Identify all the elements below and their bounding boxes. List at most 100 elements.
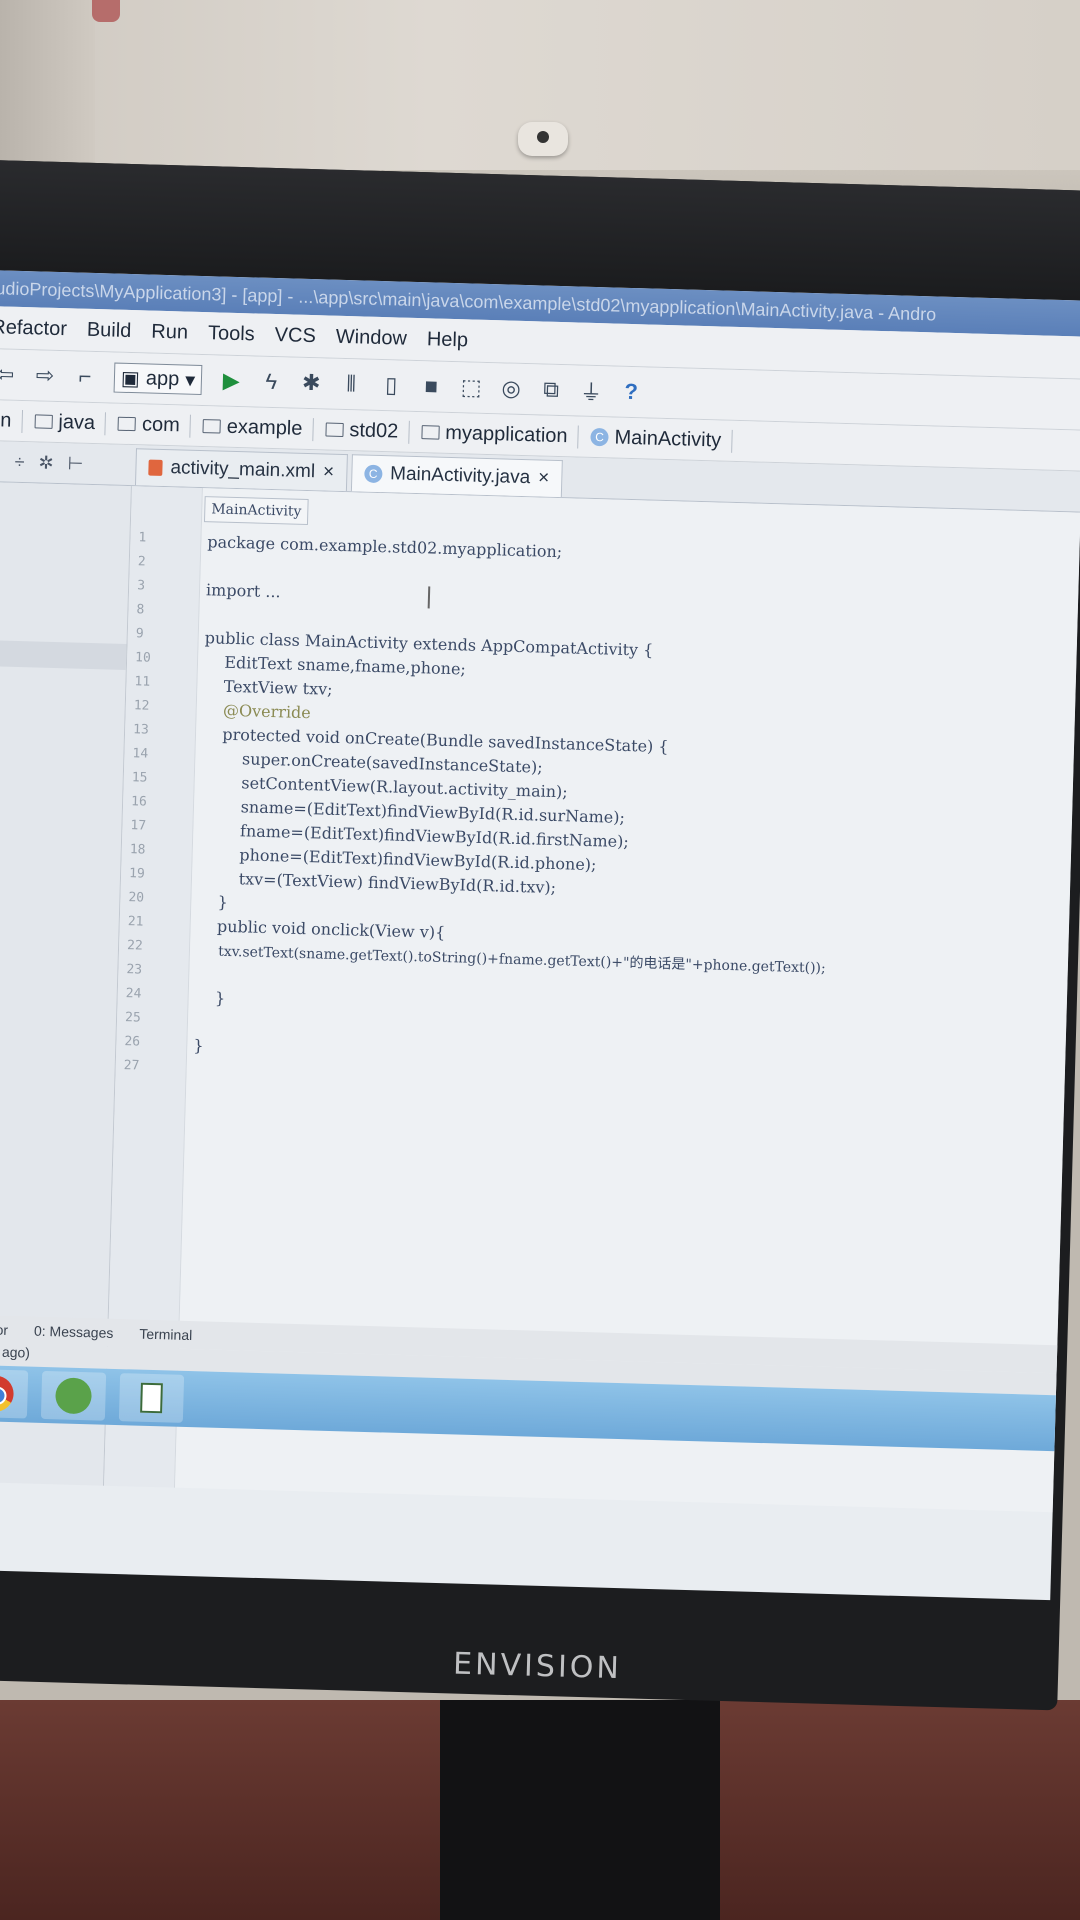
crumb-main[interactable]: ain bbox=[0, 408, 23, 433]
line-number: 19 bbox=[128, 866, 145, 882]
sync-icon[interactable]: ⬚ bbox=[460, 373, 483, 402]
menu-window[interactable]: Window bbox=[335, 325, 408, 350]
line-number: 10 bbox=[134, 650, 152, 666]
android-studio-icon bbox=[55, 1377, 93, 1415]
line-number: 13 bbox=[132, 722, 150, 738]
line-number: 2 bbox=[137, 554, 146, 570]
run-config-label: app bbox=[145, 366, 180, 390]
crumb-myapplication[interactable]: myapplication bbox=[420, 420, 579, 449]
code-line: package com.example.std02.myapplication; bbox=[207, 532, 563, 562]
code-line: super.onCreate(savedInstanceState); bbox=[201, 748, 543, 777]
hide-panel-icon[interactable]: ⊢ bbox=[67, 453, 83, 474]
code-line: import ... bbox=[205, 580, 281, 602]
crumb-mainactivity[interactable]: C MainActivity bbox=[590, 425, 733, 453]
crumb-example-label: example bbox=[226, 415, 303, 440]
run-icon[interactable]: ▶ bbox=[220, 367, 243, 396]
class-icon: C bbox=[363, 464, 383, 484]
code-line: } bbox=[193, 1036, 204, 1056]
window-icon bbox=[140, 1382, 163, 1414]
taskbar-chrome[interactable] bbox=[0, 1368, 29, 1419]
tab-activity-main-xml[interactable]: activity_main.xml × bbox=[134, 448, 348, 492]
code-line: TextView txv; bbox=[203, 676, 333, 699]
project-tool-icons: ⊕ ÷ ✲ ⊢ bbox=[0, 441, 136, 485]
crumb-com-label: com bbox=[141, 412, 181, 436]
forward-icon[interactable]: ⇨ bbox=[34, 361, 57, 390]
line-number: 16 bbox=[130, 794, 147, 810]
crumb-java[interactable]: java bbox=[34, 409, 107, 435]
line-number: 23 bbox=[126, 962, 143, 978]
line-number: 17 bbox=[130, 818, 147, 834]
room-wall bbox=[0, 0, 1080, 170]
menu-refactor[interactable]: Refactor bbox=[0, 316, 67, 341]
line-number: 24 bbox=[125, 986, 142, 1002]
package-icon bbox=[325, 422, 344, 437]
line-number: 22 bbox=[126, 938, 143, 954]
menu-tools[interactable]: Tools bbox=[208, 322, 255, 346]
crumb-example[interactable]: example bbox=[202, 414, 314, 441]
line-number: 15 bbox=[131, 770, 148, 786]
crumb-java-label: java bbox=[58, 410, 96, 434]
crumb-main-label: ain bbox=[0, 408, 12, 432]
apply-changes-icon[interactable]: ϟ bbox=[260, 368, 283, 397]
crumb-mainactivity-label: MainActivity bbox=[614, 426, 722, 452]
sdk-manager-icon[interactable]: ⧉ bbox=[540, 375, 563, 404]
tool-terminal[interactable]: Terminal bbox=[139, 1326, 192, 1343]
taskbar-app[interactable] bbox=[118, 1373, 185, 1423]
package-icon bbox=[202, 419, 222, 434]
line-number: 3 bbox=[136, 578, 146, 594]
package-icon bbox=[421, 425, 440, 440]
close-icon[interactable]: × bbox=[323, 461, 335, 483]
tool-monitor[interactable]: Monitor bbox=[0, 1321, 8, 1338]
code-line: txv=(TextView) findViewById(R.id.txv); bbox=[197, 868, 557, 898]
menu-run[interactable]: Run bbox=[151, 320, 188, 344]
text-cursor bbox=[427, 586, 431, 609]
run-config-select[interactable]: ▣ app ▾ bbox=[113, 362, 203, 396]
wall-corner bbox=[0, 0, 95, 170]
chevron-down-icon: ▾ bbox=[184, 369, 196, 392]
attach-debugger-icon[interactable]: ⫴ bbox=[340, 370, 363, 399]
debug-icon[interactable]: ✱ bbox=[300, 369, 323, 398]
crumb-std02[interactable]: std02 bbox=[325, 417, 410, 444]
close-icon[interactable]: × bbox=[538, 467, 550, 489]
help-icon[interactable]: ? bbox=[620, 378, 643, 407]
back-icon[interactable]: ⇦ bbox=[0, 360, 16, 389]
make-project-icon[interactable]: ⌐ bbox=[74, 362, 97, 391]
tool-messages[interactable]: 0: Messages bbox=[34, 1323, 114, 1341]
selected-row bbox=[0, 639, 127, 670]
folder-icon bbox=[34, 414, 53, 429]
code-line: public void onclick(View v){ bbox=[196, 916, 446, 943]
line-number: 21 bbox=[127, 914, 144, 930]
line-number: 25 bbox=[124, 1010, 141, 1026]
line-number: 18 bbox=[129, 842, 146, 858]
taskbar-android-studio[interactable] bbox=[40, 1370, 107, 1421]
class-icon: C bbox=[590, 427, 609, 447]
menu-build[interactable]: Build bbox=[87, 318, 132, 342]
line-number: 1 bbox=[138, 530, 147, 546]
monitor: tudioProjects\MyApplication3] - [app] - … bbox=[0, 160, 1080, 1711]
gear-icon[interactable]: ✲ bbox=[38, 452, 54, 473]
avd-manager-icon[interactable]: ◎ bbox=[500, 374, 523, 403]
menu-help[interactable]: Help bbox=[427, 328, 469, 352]
menu-vcs[interactable]: VCS bbox=[274, 324, 316, 348]
line-number: 27 bbox=[123, 1058, 140, 1074]
class-crumb[interactable]: MainActivity bbox=[203, 496, 309, 526]
monitor-stand bbox=[440, 1700, 720, 1920]
code-line: txv.setText(sname.getText().toString()+f… bbox=[195, 943, 826, 977]
package-icon bbox=[117, 416, 137, 432]
android-icon: ▣ bbox=[120, 367, 141, 390]
tab-label: activity_main.xml bbox=[170, 457, 316, 483]
line-number: 9 bbox=[135, 626, 144, 642]
stop-icon[interactable]: ■ bbox=[420, 372, 443, 401]
sync-scroll-icon[interactable]: ⊕ bbox=[0, 450, 1, 471]
line-number: 14 bbox=[132, 746, 149, 762]
line-number: 11 bbox=[134, 674, 151, 690]
crumb-com[interactable]: com bbox=[117, 412, 192, 438]
xml-file-icon bbox=[148, 459, 163, 476]
tab-mainactivity-java[interactable]: C MainActivity.java × bbox=[350, 454, 563, 498]
screen: tudioProjects\MyApplication3] - [app] - … bbox=[0, 269, 1080, 1601]
device-monitor-icon[interactable]: ⏚ bbox=[580, 377, 603, 406]
collapse-icon[interactable]: ÷ bbox=[14, 451, 24, 472]
code-line: EditText sname,fname,phone; bbox=[203, 652, 467, 679]
code-line: } bbox=[197, 892, 229, 912]
profile-icon[interactable]: ▯ bbox=[380, 371, 403, 400]
